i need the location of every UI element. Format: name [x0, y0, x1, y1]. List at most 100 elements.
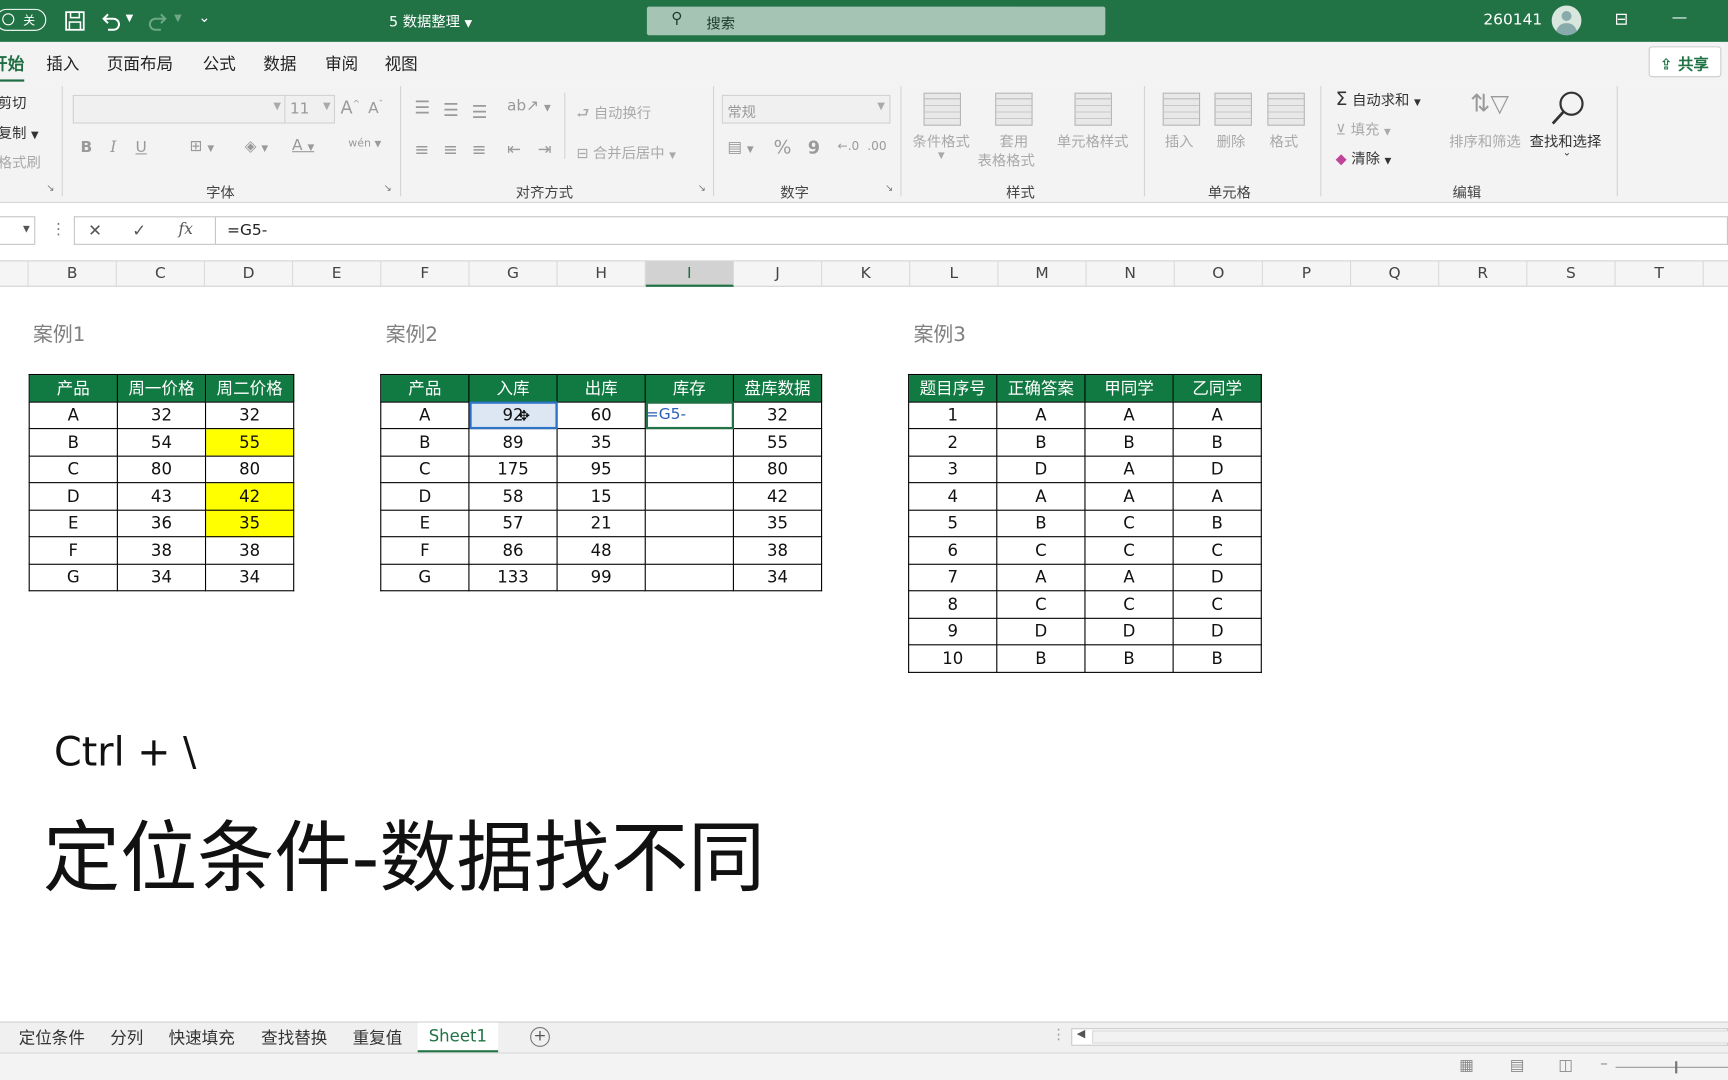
cell[interactable]: 43	[116, 482, 207, 511]
clear-button[interactable]: ◆ 清除 ▼	[1336, 147, 1392, 168]
zoom-slider-handle[interactable]	[1675, 1061, 1678, 1074]
insert-cells-button[interactable]: 插入	[1165, 130, 1194, 152]
cell[interactable]: D	[1172, 563, 1262, 592]
cell[interactable]: A	[1084, 455, 1174, 484]
format-cells-icon[interactable]	[1267, 92, 1305, 126]
save-icon[interactable]	[64, 10, 86, 32]
header-cell[interactable]: 产品	[28, 373, 118, 403]
align-bottom-icon[interactable]: ☰	[472, 101, 488, 122]
increase-indent-icon[interactable]: ⇥	[538, 139, 552, 159]
customize-qat-icon[interactable]: ⌄	[198, 10, 210, 27]
ribbon-display-icon[interactable]: ⊟	[1614, 9, 1628, 29]
referenced-cell[interactable]: 92	[468, 401, 558, 430]
increase-font-icon[interactable]: A^	[341, 97, 360, 118]
cell[interactable]	[644, 455, 734, 484]
header-cell[interactable]: 题目序号	[908, 373, 998, 403]
column-header[interactable]: S	[1527, 261, 1616, 287]
cell[interactable]: 57	[468, 509, 558, 538]
delete-cells-icon[interactable]	[1214, 92, 1252, 126]
sheet-tab[interactable]: 分列	[110, 1026, 143, 1049]
cell[interactable]: E	[28, 509, 118, 538]
sort-filter-button[interactable]: 排序和筛选	[1449, 130, 1521, 152]
cell[interactable]	[644, 509, 734, 538]
column-header[interactable]: J	[734, 261, 823, 287]
cell[interactable]: 99	[556, 563, 646, 592]
format-painter-button[interactable]: 格式刷	[0, 151, 41, 173]
header-cell[interactable]: 入库	[468, 373, 558, 403]
cell[interactable]: A	[996, 482, 1086, 511]
cell[interactable]	[644, 428, 734, 457]
tab-insert[interactable]: 插入	[46, 52, 79, 75]
column-header[interactable]: C	[117, 261, 205, 287]
header-cell[interactable]: 周二价格	[204, 373, 295, 403]
column-header[interactable]: M	[998, 261, 1087, 287]
tab-review[interactable]: 审阅	[325, 52, 358, 75]
align-center-icon[interactable]: ≡	[443, 139, 458, 160]
cell[interactable]: B	[1172, 428, 1262, 457]
format-as-table-line2[interactable]: 表格格式	[978, 149, 1035, 170]
cell[interactable]: 9	[908, 617, 998, 646]
column-header[interactable]: T	[1616, 261, 1704, 287]
cell[interactable]: A	[1084, 482, 1174, 511]
copy-button[interactable]: 复制 ▼	[0, 121, 39, 143]
percent-button[interactable]: %	[774, 137, 792, 159]
cell[interactable]: 8	[908, 590, 998, 619]
header-cell[interactable]: 周一价格	[116, 373, 207, 403]
cell[interactable]: 34	[204, 563, 295, 592]
font-color-icon[interactable]: A ▼	[292, 137, 314, 155]
orientation-icon[interactable]: ab↗ ▼	[507, 97, 551, 115]
cell[interactable]: 34	[732, 563, 823, 592]
normal-view-icon[interactable]: ▦	[1459, 1057, 1474, 1075]
cell[interactable]: B	[1172, 644, 1262, 673]
cell[interactable]: B	[1084, 644, 1174, 673]
column-header[interactable]: B	[29, 261, 117, 287]
cell[interactable]	[644, 563, 734, 592]
cell[interactable]: D	[996, 617, 1086, 646]
highlighted-cell[interactable]: 42	[204, 482, 295, 511]
italic-button[interactable]: I	[110, 139, 116, 157]
confirm-entry-button[interactable]: ✓	[132, 221, 146, 241]
cell[interactable]: 95	[556, 455, 646, 484]
cell[interactable]: 80	[204, 455, 295, 484]
cell[interactable]: A	[1172, 401, 1262, 430]
currency-icon[interactable]: ▤ ▼	[727, 139, 753, 157]
cell[interactable]: D	[1172, 617, 1262, 646]
decrease-indent-icon[interactable]: ⇤	[507, 139, 521, 159]
column-header[interactable]: K	[822, 261, 911, 287]
cell[interactable]: B	[996, 644, 1086, 673]
cell[interactable]: 4	[908, 482, 998, 511]
cell[interactable]: 34	[116, 563, 207, 592]
cell[interactable]: B	[380, 428, 470, 457]
zoom-slider[interactable]	[1615, 1066, 1728, 1068]
cell[interactable]: 38	[204, 536, 295, 565]
sort-filter-icon[interactable]: ⇅▽	[1470, 90, 1509, 118]
cell[interactable]: 2	[908, 428, 998, 457]
cell[interactable]: 36	[116, 509, 207, 538]
font-launcher-icon[interactable]: ↘	[384, 183, 392, 194]
cell[interactable]: A	[28, 401, 118, 430]
cell[interactable]: 10	[908, 644, 998, 673]
fill-button[interactable]: ⊻ 填充 ▼	[1336, 118, 1391, 139]
scroll-left-icon[interactable]: ◀	[1077, 1028, 1085, 1040]
header-cell[interactable]: 正确答案	[996, 373, 1086, 403]
cell[interactable]: 48	[556, 536, 646, 565]
cancel-entry-button[interactable]: ✕	[88, 221, 102, 241]
cell[interactable]	[644, 482, 734, 511]
format-as-table-icon[interactable]	[995, 92, 1033, 126]
cell[interactable]: A	[1084, 563, 1174, 592]
cell[interactable]: 38	[116, 536, 207, 565]
sheet-tab[interactable]: 定位条件	[19, 1026, 85, 1049]
underline-button[interactable]: U	[136, 139, 147, 157]
cell[interactable]: D	[1172, 455, 1262, 484]
sheet-tab-active[interactable]: Sheet1	[417, 1022, 499, 1053]
cell-styles-button[interactable]: 单元格样式	[1057, 130, 1129, 152]
cell[interactable]: 6	[908, 536, 998, 565]
cell[interactable]: B	[1084, 428, 1174, 457]
align-right-icon[interactable]: ≡	[472, 139, 487, 160]
fill-color-icon[interactable]: ◈ ▼	[245, 138, 269, 156]
autosave-toggle[interactable]: 关	[0, 8, 47, 31]
cell[interactable]: C	[1084, 590, 1174, 619]
borders-icon[interactable]: ⊞ ▼	[190, 138, 215, 156]
column-header[interactable]: G	[469, 261, 558, 287]
sheet-tab[interactable]: 重复值	[353, 1026, 403, 1049]
